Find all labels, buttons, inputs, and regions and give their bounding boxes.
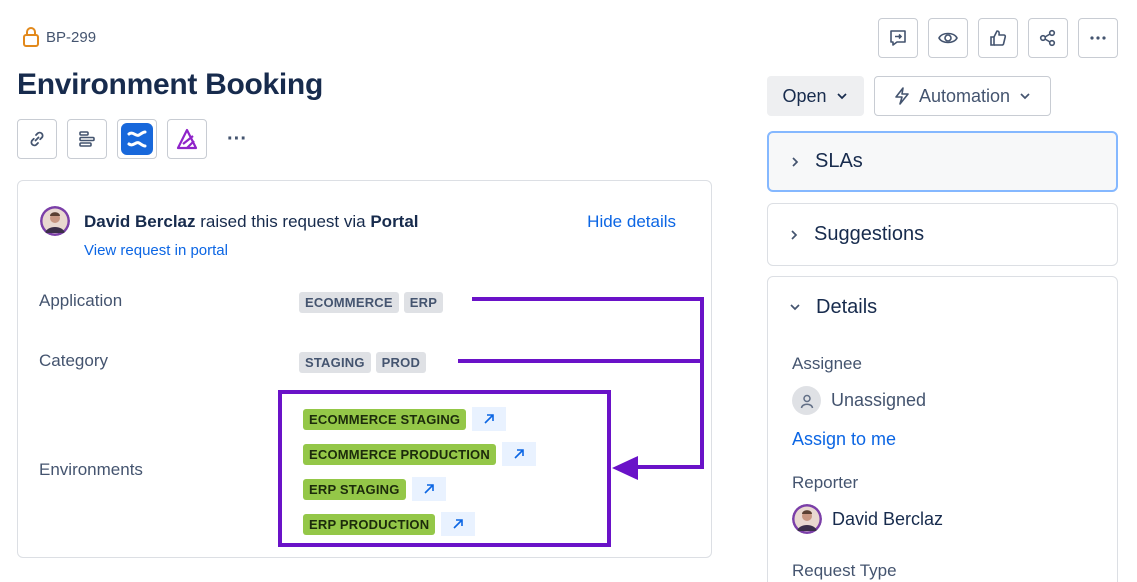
- confluence-icon: [121, 123, 153, 155]
- application-tag: ERP: [403, 292, 444, 313]
- application-tag: ECOMMERCE: [299, 292, 399, 313]
- details-panel: Details Assignee Unassigned Assign to me…: [767, 276, 1118, 582]
- watch-icon: [938, 32, 958, 44]
- environment-tag: ERP STAGING: [303, 478, 406, 500]
- child-issues-icon: [79, 131, 95, 147]
- environment-tag: ECOMMERCE PRODUCTION: [303, 443, 496, 465]
- request-details-card: David Berclaz raised this request via Po…: [17, 180, 712, 558]
- chevron-down-icon: [790, 304, 800, 311]
- more-icon[interactable]: ···: [217, 119, 257, 159]
- suggestions-toggle[interactable]: Suggestions: [768, 204, 1117, 265]
- external-link-icon[interactable]: [411, 477, 446, 501]
- slas-title: SLAs: [815, 150, 863, 172]
- request-type-label: Request Type: [792, 561, 897, 580]
- assignee-value: Unassigned: [831, 390, 927, 410]
- jira-align-button[interactable]: [167, 119, 207, 159]
- reporter-value: David Berclaz: [832, 508, 944, 529]
- lock-icon: [22, 26, 40, 48]
- chevron-right-icon: [791, 229, 798, 240]
- suggestions-title: Suggestions: [814, 223, 925, 245]
- reporter-field[interactable]: David Berclaz: [792, 504, 943, 534]
- environment-item: ECOMMERCE STAGING: [303, 407, 507, 431]
- status-label: Open: [782, 85, 827, 106]
- raised-by-line: David Berclaz raised this request via Po…: [84, 212, 419, 232]
- category-tag: PROD: [375, 352, 427, 373]
- assignee-label: Assignee: [792, 354, 862, 373]
- reporter-name[interactable]: David Berclaz: [84, 212, 196, 231]
- link-icon: [30, 131, 44, 147]
- like-button[interactable]: [978, 18, 1018, 58]
- reporter-label: Reporter: [792, 473, 859, 492]
- link-button[interactable]: [17, 119, 57, 159]
- give-feedback-button[interactable]: [878, 18, 918, 58]
- channel-name: Portal: [370, 212, 419, 231]
- unassigned-avatar-icon: [792, 386, 821, 415]
- environment-item: ECOMMERCE PRODUCTION: [303, 442, 536, 466]
- environment-tag: ERP PRODUCTION: [303, 513, 436, 535]
- share-button[interactable]: [1028, 18, 1068, 58]
- reporter-avatar: [40, 206, 70, 236]
- suggestions-panel: Suggestions: [767, 203, 1118, 266]
- more-actions-icon: [1090, 36, 1106, 40]
- environments-label: Environments: [39, 460, 143, 479]
- child-issues-button[interactable]: [67, 119, 107, 159]
- more-actions-button[interactable]: [1078, 18, 1118, 58]
- environment-item: ERP PRODUCTION: [303, 512, 476, 536]
- category-label: Category: [39, 351, 108, 370]
- reporter-avatar: [792, 504, 822, 534]
- raised-text: raised this request via: [200, 212, 366, 231]
- chevron-down-icon: [836, 93, 847, 100]
- automation-dropdown[interactable]: Automation: [874, 76, 1051, 116]
- category-tags: STAGING PROD: [299, 352, 427, 373]
- hide-details-link[interactable]: Hide details: [587, 212, 676, 232]
- external-link-icon[interactable]: [501, 442, 536, 466]
- issue-key-label[interactable]: BP-299: [46, 29, 96, 46]
- assignee-field[interactable]: Unassigned: [792, 386, 926, 415]
- chevron-down-icon: [1020, 93, 1030, 100]
- watch-button[interactable]: [928, 18, 968, 58]
- jira-align-icon: [176, 128, 198, 150]
- share-icon: [1039, 29, 1056, 47]
- automation-label: Automation: [918, 85, 1011, 106]
- application-label: Application: [39, 291, 123, 310]
- issue-key[interactable]: BP-299: [22, 26, 96, 48]
- chevron-right-icon: [792, 156, 799, 167]
- application-tags: ECOMMERCE ERP: [299, 292, 444, 313]
- details-title: Details: [816, 295, 878, 318]
- issue-actions: [878, 18, 1118, 58]
- lightning-icon: [895, 87, 909, 105]
- assign-to-me-link[interactable]: Assign to me: [792, 429, 896, 450]
- slas-toggle[interactable]: SLAs: [769, 133, 1116, 190]
- view-request-in-portal-link[interactable]: View request in portal: [84, 242, 228, 259]
- page-title: Environment Booking: [17, 68, 323, 101]
- status-dropdown[interactable]: Open: [767, 76, 864, 116]
- confluence-button[interactable]: [117, 119, 157, 159]
- give-feedback-icon: [890, 30, 906, 46]
- details-toggle[interactable]: Details: [768, 277, 1117, 337]
- environments-highlight-box: ECOMMERCE STAGING ECOMMERCE PRODUCTION E…: [278, 390, 611, 547]
- external-link-icon[interactable]: [441, 512, 476, 536]
- environment-tag: ECOMMERCE STAGING: [303, 408, 467, 430]
- slas-panel: SLAs: [767, 131, 1118, 192]
- external-link-icon[interactable]: [472, 407, 507, 431]
- environment-item: ERP STAGING: [303, 477, 446, 501]
- category-tag: STAGING: [299, 352, 371, 373]
- like-icon: [990, 30, 1007, 46]
- issue-toolbar: ···: [17, 119, 257, 159]
